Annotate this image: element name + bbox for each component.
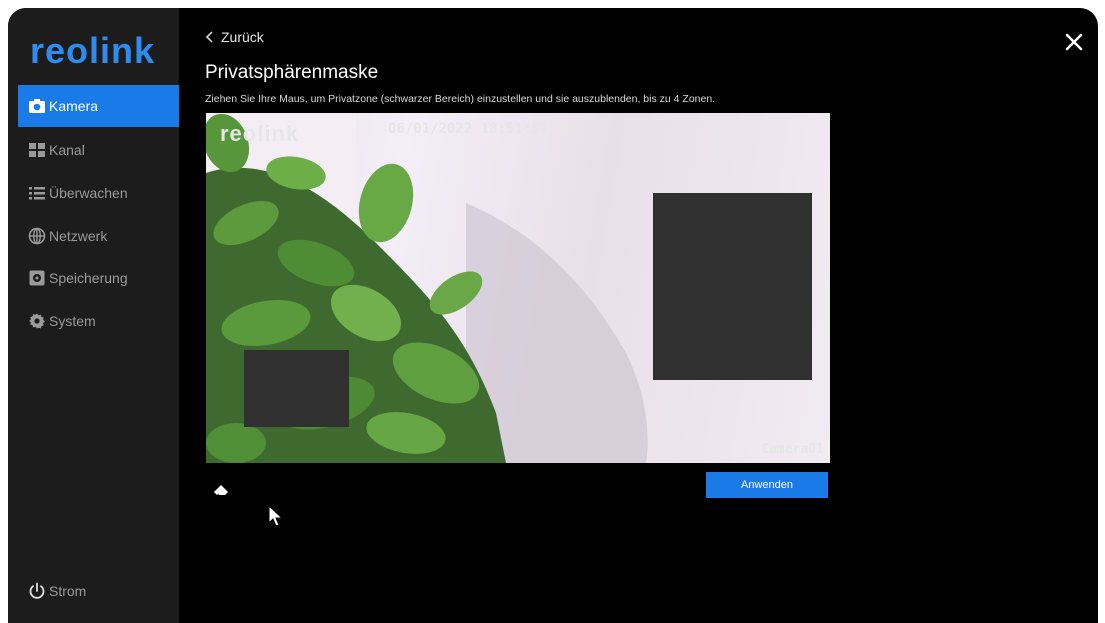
page-description: Ziehen Sie Ihre Maus, um Privatzone (sch…	[205, 93, 716, 105]
sidebar-item-netzwerk[interactable]: Netzwerk	[18, 215, 179, 257]
page-title: Privatsphärenmaske	[205, 62, 379, 83]
apply-button[interactable]: Anwenden	[706, 472, 828, 498]
chevron-left-icon	[205, 31, 213, 43]
globe-icon	[28, 227, 46, 245]
sidebar: reolink Kamera Kanal Überwachen Netzwerk	[8, 8, 179, 623]
mouse-cursor-icon	[268, 505, 284, 527]
osd-timestamp: 06/01/2022 18:51:51 THU	[388, 121, 582, 137]
sidebar-item-label: Kamera	[49, 98, 99, 114]
osd-camera-name: Camera01	[761, 442, 824, 457]
sidebar-item-label: Überwachen	[49, 185, 128, 201]
power-label: Strom	[49, 583, 87, 599]
sidebar-item-label: System	[49, 313, 96, 329]
sidebar-item-system[interactable]: System	[18, 300, 179, 342]
main-content: Zurück Privatsphärenmaske Ziehen Sie Ihr…	[179, 8, 1098, 623]
power-button[interactable]: Strom	[18, 570, 179, 612]
privacy-mask-zone[interactable]	[244, 350, 349, 427]
storage-icon	[28, 269, 46, 287]
sidebar-item-speicherung[interactable]: Speicherung	[18, 257, 179, 299]
sidebar-item-kanal[interactable]: Kanal	[18, 129, 179, 171]
eraser-icon[interactable]	[213, 481, 231, 499]
camera-preview[interactable]: reolink 06/01/2022 18:51:51 THU Camera01	[206, 113, 830, 463]
back-link[interactable]: Zurück	[205, 29, 264, 45]
close-icon[interactable]	[1062, 30, 1086, 54]
gear-icon	[28, 312, 46, 330]
sidebar-item-ueberwachen[interactable]: Überwachen	[18, 172, 179, 214]
sidebar-item-label: Netzwerk	[49, 228, 108, 244]
power-icon	[28, 582, 46, 600]
list-icon	[28, 184, 46, 202]
settings-window: reolink Kamera Kanal Überwachen Netzwerk	[8, 8, 1098, 623]
osd-logo: reolink	[220, 121, 300, 146]
sidebar-item-label: Speicherung	[49, 270, 128, 286]
sidebar-item-kamera[interactable]: Kamera	[18, 85, 179, 127]
privacy-mask-zone[interactable]	[653, 193, 812, 380]
reolink-logo: reolink	[30, 30, 156, 71]
back-label: Zurück	[221, 29, 264, 45]
sidebar-item-label: Kanal	[49, 142, 85, 158]
camera-icon	[28, 97, 46, 115]
grid-icon	[28, 141, 46, 159]
